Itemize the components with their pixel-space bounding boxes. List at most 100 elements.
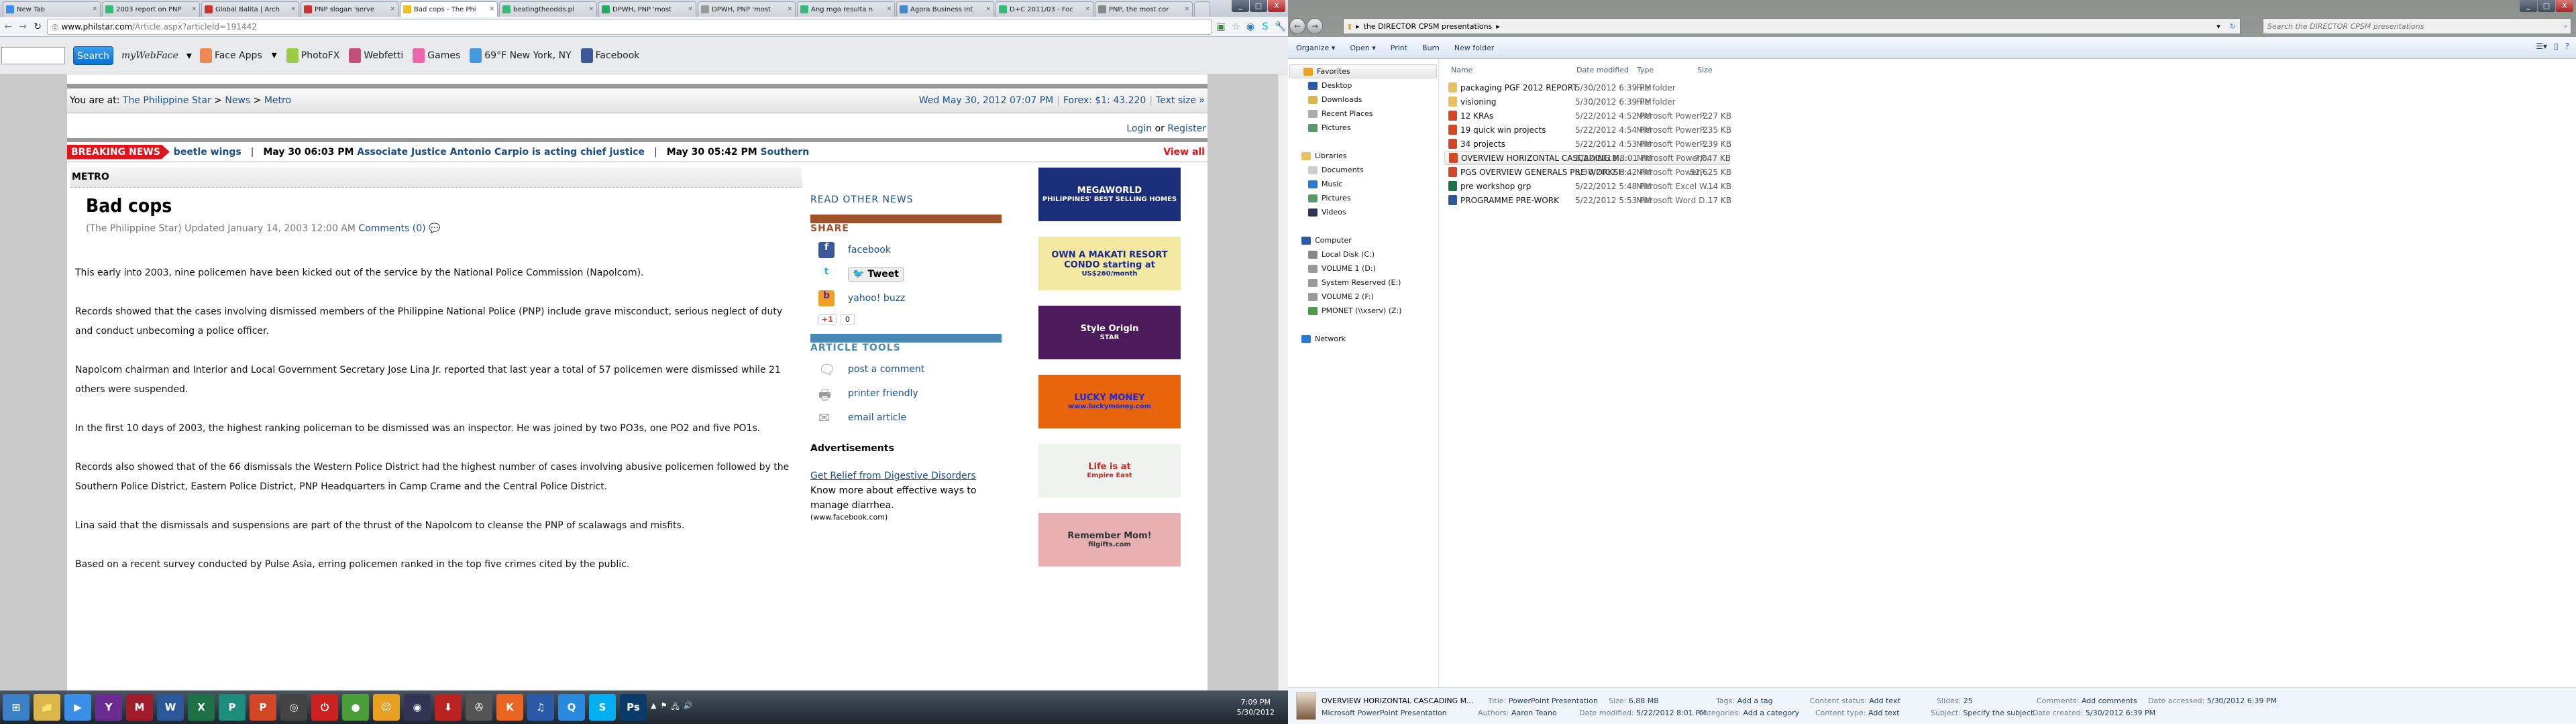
tab[interactable]: Agora Business Int ✕ — [896, 1, 994, 17]
nav-item[interactable]: Music — [1288, 177, 1438, 191]
close-button[interactable]: X — [2556, 0, 2573, 12]
detail-property[interactable]: Size: 6.88 MB — [1609, 697, 1659, 705]
tab[interactable]: PNP slogan 'serve ✕ — [301, 1, 398, 17]
tab[interactable]: Ang mga resulta n ✕ — [797, 1, 895, 17]
tab[interactable]: DPWH, PNP 'most ✕ — [698, 1, 796, 17]
ticker-item[interactable]: May 30 06:03 PM Associate Justice Antoni… — [263, 147, 645, 158]
bookmark-star-icon[interactable]: ☆ — [1230, 21, 1241, 32]
comment-bubble-icon[interactable]: 💬 — [429, 223, 440, 234]
printer-friendly-link[interactable]: printer friendly — [848, 388, 918, 399]
post-comment-link[interactable]: post a comment — [848, 364, 924, 375]
taskbar-app-icon[interactable]: S — [589, 694, 616, 721]
tab[interactable]: beatingtheodds.pl ✕ — [499, 1, 597, 17]
nav-item[interactable]: PMONET (\\xserv) (Z:) — [1288, 304, 1438, 318]
nav-item[interactable]: Recent Places — [1288, 107, 1438, 121]
taskbar-app-icon[interactable]: ⬇ — [435, 694, 462, 721]
command-button[interactable]: New folder — [1454, 44, 1494, 52]
detail-property[interactable]: Authors: Aaron Teano — [1478, 709, 1557, 717]
file-row[interactable]: packaging PGF 2012 REPORT 5/30/2012 6:39 … — [1444, 80, 1730, 95]
taskbar-app-icon[interactable]: X — [188, 694, 215, 721]
toolbar-item[interactable]: Games — [413, 48, 460, 63]
facebook-share-link[interactable]: facebook — [848, 245, 891, 255]
close-tab-icon[interactable]: ✕ — [290, 6, 296, 13]
chevron-down-icon[interactable]: ▾ — [186, 49, 192, 62]
preview-pane-icon[interactable]: ▯ — [2554, 42, 2559, 51]
detail-property[interactable]: Comments: Add comments — [2037, 697, 2137, 705]
nav-item[interactable]: Libraries — [1288, 149, 1438, 163]
close-tab-icon[interactable]: ✕ — [1085, 6, 1090, 13]
login-link[interactable]: Login — [1126, 123, 1152, 134]
detail-property[interactable]: Content status: Add text — [1810, 697, 1900, 705]
minimize-button[interactable]: _ — [2520, 0, 2537, 12]
taskbar-app-icon[interactable]: ✇ — [466, 694, 492, 721]
taskbar-app-icon[interactable]: P — [219, 694, 246, 721]
close-button[interactable]: X — [1268, 0, 1285, 12]
explorer-address-bar[interactable]: ▮ ▸ the DIRECTOR CPSM presentations ▸ ▾ ↻ — [1343, 18, 2241, 34]
read-other-news-link[interactable]: READ OTHER NEWS — [810, 194, 914, 205]
taskbar-app-icon[interactable]: ⊞ — [3, 694, 30, 721]
path-segment[interactable]: the DIRECTOR CPSM presentations — [1364, 22, 1493, 31]
explorer-search-input[interactable]: Search the DIRECTOR CPSM presentations ⌕ — [2263, 18, 2571, 34]
network-icon[interactable]: 🖧 — [671, 701, 679, 714]
detail-property[interactable]: Slides: 25 — [1937, 697, 1973, 705]
column-type[interactable]: Type — [1637, 66, 1654, 74]
detail-property[interactable]: Date created: 5/30/2012 6:39 PM — [2033, 709, 2155, 717]
close-tab-icon[interactable]: ✕ — [588, 6, 594, 13]
detail-property[interactable]: Categories: Add a category — [1699, 709, 1799, 717]
close-tab-icon[interactable]: ✕ — [688, 6, 693, 13]
file-row[interactable]: PGS OVERVIEW GENERALS PRE WORKSH... 5/30/… — [1444, 165, 1731, 179]
close-tab-icon[interactable]: ✕ — [985, 6, 991, 13]
taskbar-app-icon[interactable]: Ps — [620, 694, 647, 721]
detail-property[interactable]: Content type: Add text — [1815, 709, 1900, 717]
taskbar-app-icon[interactable]: ◉ — [404, 694, 431, 721]
nav-item[interactable]: Favorites — [1289, 64, 1437, 78]
breadcrumb-news[interactable]: News — [225, 95, 250, 106]
tab[interactable]: New Tab ✕ — [3, 1, 101, 17]
command-button[interactable]: Open ▾ — [1350, 44, 1375, 52]
file-row[interactable]: PROGRAMME PRE-WORK 5/22/2012 5:53 PM Micro… — [1444, 193, 1731, 207]
detail-property[interactable]: Subject: Specify the subject — [1931, 709, 2033, 717]
column-size[interactable]: Size — [1697, 66, 1713, 74]
column-date-modified[interactable]: Date modified — [1576, 66, 1629, 74]
taskbar-app-icon[interactable]: W — [157, 694, 184, 721]
close-tab-icon[interactable]: ✕ — [787, 6, 792, 13]
reload-icon[interactable]: ↻ — [32, 21, 43, 32]
taskbar-app-icon[interactable]: Y — [95, 694, 122, 721]
command-button[interactable]: Burn — [1422, 44, 1440, 52]
forward-icon[interactable]: → — [17, 21, 28, 32]
toolbar-item[interactable]: Webfetti — [349, 48, 403, 63]
extension-icon[interactable]: ▣ — [1216, 21, 1226, 32]
volume-icon[interactable]: 🔊 — [684, 701, 693, 714]
nav-item[interactable]: Pictures — [1288, 121, 1438, 135]
mywebface-logo[interactable]: myWebFace — [121, 50, 178, 61]
column-name[interactable]: Name — [1451, 66, 1472, 74]
close-tab-icon[interactable]: ✕ — [92, 6, 97, 13]
taskbar-app-icon[interactable]: P — [250, 694, 276, 721]
dropdown-icon[interactable]: ▾ — [2216, 22, 2226, 31]
nav-item[interactable]: VOLUME 2 (F:) — [1288, 290, 1438, 304]
taskbar-app-icon[interactable]: ☺ — [373, 694, 400, 721]
toolbar-search-button[interactable]: Search — [73, 46, 113, 65]
nav-item[interactable]: Pictures — [1288, 191, 1438, 205]
banner-ad[interactable]: OWN A MAKATI RESORT CONDO starting at US$… — [1038, 237, 1181, 290]
chevron-down-icon[interactable]: ▾ — [272, 48, 277, 63]
nav-item[interactable]: VOLUME 1 (D:) — [1288, 261, 1438, 276]
yahoo-buzz-icon[interactable]: b — [818, 290, 835, 306]
taskbar-app-icon[interactable]: ● — [342, 694, 369, 721]
toolbar-item[interactable]: 69°F New York, NY — [470, 48, 572, 63]
nav-item[interactable]: Local Disk (C:) — [1288, 247, 1438, 261]
address-bar[interactable]: ◎ www.philstar.com/Article.aspx?articleI… — [47, 18, 1212, 35]
back-icon[interactable]: ← — [1289, 18, 1305, 34]
toolbar-item[interactable]: Face Apps — [199, 48, 262, 63]
vertical-scrollbar[interactable] — [1278, 74, 1288, 690]
tweet-button[interactable]: 🐦 Tweet — [848, 267, 904, 282]
new-tab-button[interactable] — [1194, 1, 1210, 17]
clock[interactable]: 7:09 PM 5/30/2012 — [1237, 697, 1288, 717]
toolbar-item[interactable]: PhotoFX — [286, 48, 339, 63]
forward-icon[interactable]: → — [1307, 18, 1323, 34]
skype-icon[interactable]: S — [1260, 21, 1271, 32]
view-all-link[interactable]: View all — [1163, 147, 1208, 158]
taskbar-app-icon[interactable]: M — [126, 694, 153, 721]
tab[interactable]: Bad cops - The Phi ✕ — [400, 1, 498, 17]
register-link[interactable]: Register — [1167, 123, 1206, 134]
